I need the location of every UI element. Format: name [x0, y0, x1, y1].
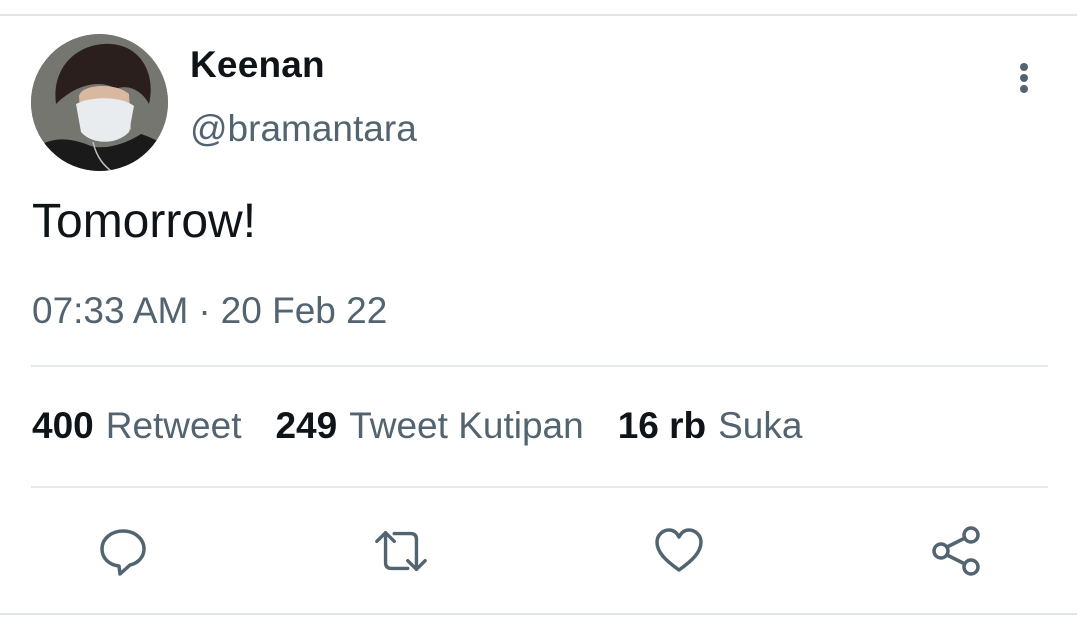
- retweet-button[interactable]: [373, 523, 429, 579]
- divider: [31, 486, 1048, 488]
- quote-label: Tweet Kutipan: [349, 405, 584, 446]
- bottom-divider: [0, 613, 1077, 615]
- like-button[interactable]: [651, 523, 707, 579]
- quote-count: 249: [275, 405, 338, 446]
- retweet-count: 400: [32, 405, 94, 446]
- retweet-stat[interactable]: 400 Retweet: [32, 405, 241, 447]
- quote-stat[interactable]: 249 Tweet Kutipan: [275, 405, 583, 447]
- retweet-icon: [375, 530, 427, 572]
- share-icon: [932, 526, 980, 576]
- like-count: 16 rb: [617, 405, 707, 446]
- heart-icon: [655, 528, 703, 572]
- more-vertical-icon: [1020, 63, 1028, 93]
- like-label: Suka: [718, 405, 803, 446]
- timestamp-separator: ·: [198, 290, 211, 331]
- reply-button[interactable]: [95, 523, 151, 579]
- tweet-stats: 400 Retweet 249 Tweet Kutipan 16 rb Suka: [32, 405, 836, 447]
- more-options-button[interactable]: [1004, 58, 1044, 98]
- like-stat[interactable]: 16 rb Suka: [618, 405, 803, 447]
- tweet-time: 07:33 AM: [32, 290, 189, 331]
- top-divider: [0, 0, 1077, 16]
- retweet-label: Retweet: [105, 405, 242, 446]
- divider: [31, 365, 1048, 367]
- tweet-text: Tomorrow!: [32, 195, 257, 248]
- author-handle[interactable]: @bramantara: [190, 108, 417, 150]
- reply-bubble-icon: [100, 529, 146, 576]
- avatar[interactable]: [31, 34, 168, 171]
- tweet-date: 20 Feb 22: [220, 290, 388, 331]
- tweet-timestamp[interactable]: 07:33 AM · 20 Feb 22: [32, 290, 387, 332]
- share-button[interactable]: [929, 523, 985, 579]
- author-display-name[interactable]: Keenan: [190, 44, 325, 86]
